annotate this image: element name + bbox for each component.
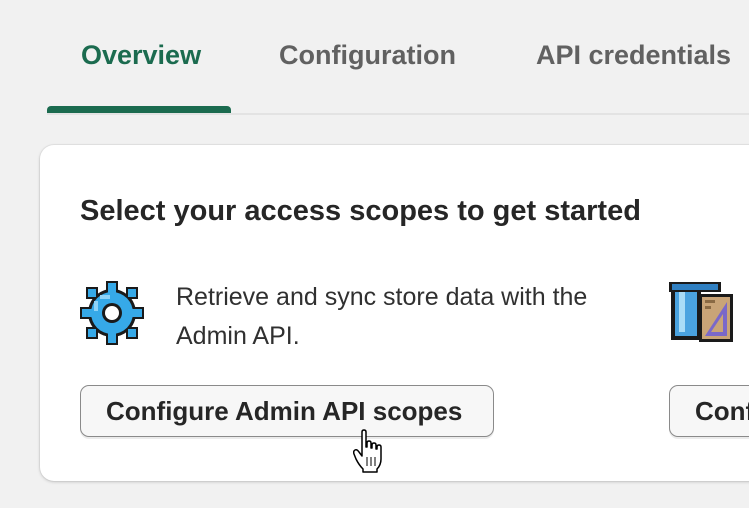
card-title: Select your access scopes to get started <box>80 195 641 227</box>
tab-api-credentials[interactable]: API credentials <box>536 40 731 71</box>
configure-admin-api-scopes-button[interactable]: Configure Admin API scopes <box>80 385 494 437</box>
gear-icon <box>80 281 144 345</box>
design-tools-icon <box>669 282 733 342</box>
configure-second-scope-button[interactable]: Conf <box>669 385 749 437</box>
active-tab-indicator <box>47 106 231 113</box>
tab-configuration[interactable]: Configuration <box>279 40 456 71</box>
tab-bar: Overview Configuration API credentials <box>47 0 749 115</box>
app-viewport: Overview Configuration API credentials S… <box>0 0 749 508</box>
admin-scope-description: Retrieve and sync store data with the Ad… <box>176 283 588 350</box>
tab-overview[interactable]: Overview <box>81 40 201 71</box>
access-scopes-card: Select your access scopes to get started <box>40 145 749 481</box>
